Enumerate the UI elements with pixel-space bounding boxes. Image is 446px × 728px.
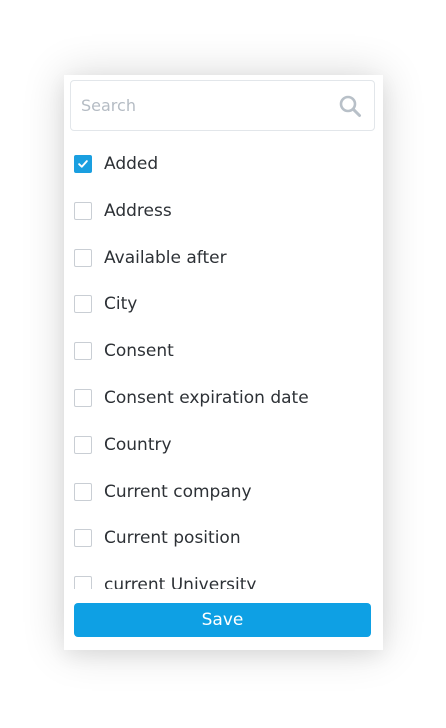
list-item-label: Current position	[104, 528, 241, 549]
checkbox[interactable]	[74, 342, 92, 361]
checkbox[interactable]	[74, 482, 92, 501]
checkbox[interactable]	[74, 389, 92, 407]
list-item[interactable]: Country	[74, 432, 374, 458]
list-item[interactable]: Current company	[74, 479, 374, 505]
checkbox-checked[interactable]	[74, 155, 92, 173]
list-item-label: Consent expiration date	[104, 388, 309, 408]
list-item[interactable]: Available after	[74, 245, 374, 271]
column-list[interactable]: Added Address Available after City Consent Co…	[64, 137, 383, 589]
search-box[interactable]	[70, 80, 375, 131]
list-item[interactable]: Added	[74, 151, 374, 177]
list-item-label: current University	[104, 575, 257, 589]
list-item[interactable]: Consent expiration date	[74, 385, 374, 411]
save-button[interactable]: Save	[74, 603, 371, 637]
list-item[interactable]: current University	[74, 572, 374, 589]
list-item-label: City	[104, 294, 138, 315]
list-item-label: Current company	[104, 481, 252, 502]
checkbox[interactable]	[74, 248, 92, 267]
search-icon[interactable]	[338, 94, 362, 118]
list-item-label: Available after	[104, 247, 227, 268]
list-item[interactable]: City	[74, 291, 374, 317]
checkbox[interactable]	[74, 529, 92, 548]
list-item[interactable]: Consent	[74, 338, 374, 364]
checkbox[interactable]	[74, 295, 92, 314]
list-item[interactable]: Current position	[74, 525, 374, 551]
checkmark-icon	[78, 160, 88, 168]
checkbox[interactable]	[74, 435, 92, 454]
checkbox[interactable]	[74, 576, 92, 589]
column-picker-panel: Added Address Available after City Consent Co…	[64, 75, 383, 650]
search-input[interactable]	[71, 81, 336, 130]
list-item[interactable]: Address	[74, 198, 374, 224]
list-item-label: Country	[104, 434, 172, 455]
list-item-label: Consent	[104, 341, 174, 362]
list-item-label: Added	[104, 154, 159, 174]
list-item-label: Address	[104, 200, 172, 221]
checkbox[interactable]	[74, 201, 92, 220]
